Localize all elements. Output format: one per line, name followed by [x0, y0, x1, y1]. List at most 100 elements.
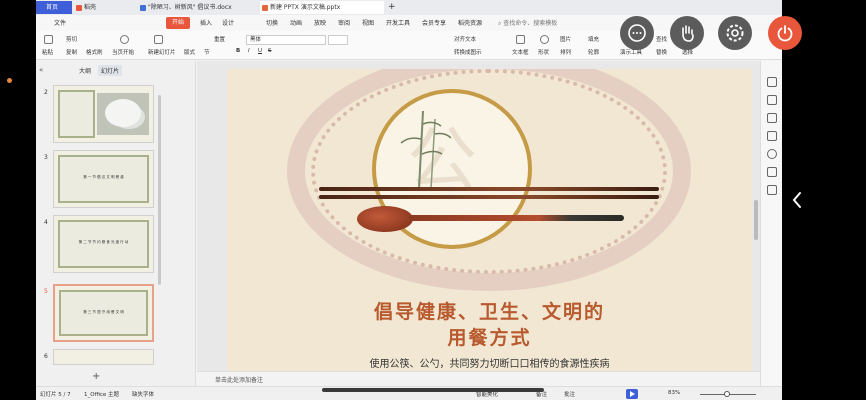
chat-icon [628, 24, 646, 42]
menu-slideshow[interactable]: 放映 [314, 18, 326, 27]
text-box-icon[interactable] [516, 35, 525, 44]
zoom-level[interactable]: 83% [668, 390, 680, 396]
ppt-file-icon [262, 5, 268, 11]
thumbnail-frame: 第 一 节 倡 议 文 明 餐 桌 [58, 155, 149, 203]
fill-button[interactable]: 填充 [588, 35, 599, 43]
panel-tabs: « 大纲 幻灯片 [36, 65, 196, 77]
convert-smartart-button[interactable]: 转换成图示 [454, 48, 482, 56]
slide-thumbnail-6[interactable] [53, 349, 154, 365]
slide-subtitle: 使用公筷、公勺，共同努力切断口口相传的食源性疾病 [369, 359, 610, 370]
slide-thumbnail-3[interactable]: 第 一 节 倡 议 文 明 餐 桌 [53, 150, 154, 208]
settings-button[interactable] [718, 16, 752, 50]
gesture-button[interactable] [670, 16, 704, 50]
chopstick-bottom [319, 195, 659, 199]
notes-bar[interactable]: 单击此处添加备注 [197, 371, 782, 386]
tab-daoke-label: 稻壳 [84, 4, 97, 11]
text-box-button[interactable]: 文本框 [512, 48, 529, 56]
find-button[interactable]: 查找 [656, 35, 667, 43]
reset-button[interactable]: 重置 [214, 35, 225, 43]
play-from-current-icon[interactable] [120, 35, 129, 44]
copy-icon[interactable] [767, 131, 777, 141]
paste-button[interactable]: 粘贴 [42, 48, 53, 56]
paste-icon[interactable] [44, 35, 53, 44]
add-slide-button[interactable]: + [92, 371, 100, 382]
tab-slides[interactable]: 幻灯片 [98, 65, 123, 76]
menu-review[interactable]: 审阅 [338, 18, 350, 27]
shape-button[interactable]: 形状 [538, 48, 549, 56]
cut-button[interactable]: 剪切 [66, 35, 77, 43]
location-icon[interactable] [767, 185, 777, 195]
underline-button[interactable]: U [258, 48, 262, 54]
menu-daoke-resources[interactable]: 稻壳资源 [458, 18, 482, 27]
command-search[interactable]: ⌕ 查找命令、搜索模板 [498, 18, 557, 28]
slide-thumbnail-2[interactable] [53, 85, 154, 143]
theme-name: 1_Office 主题 [84, 392, 120, 398]
chat-button[interactable] [620, 16, 654, 50]
slide-thumbnail-4[interactable]: 第 二 节 节 约 粮 食 光 盘 行 动 [53, 215, 154, 273]
properties-icon[interactable] [767, 95, 777, 105]
share-icon[interactable] [767, 167, 777, 177]
menu-design[interactable]: 设计 [222, 18, 234, 27]
power-button[interactable] [768, 16, 802, 50]
tab-outline[interactable]: 大纲 [76, 65, 94, 76]
menu-dev-tools[interactable]: 开发工具 [386, 18, 410, 27]
notification-dot [7, 78, 12, 83]
slide-canvas: 公 倡导健康、卫生、文明的 用餐方式 使用公筷、公勺，共同努力切断口口相传的食源… [197, 61, 782, 371]
tab-home[interactable]: 首页 [36, 1, 72, 14]
notes-placeholder: 单击此处添加备注 [215, 377, 264, 384]
vertical-scrollbar[interactable] [754, 200, 758, 240]
command-search-placeholder: 查找命令、搜索模板 [503, 20, 558, 27]
bold-button[interactable]: B [236, 48, 240, 54]
font-name-select[interactable]: 黑体 [246, 35, 326, 45]
menu-member[interactable]: 会员专享 [422, 18, 446, 27]
shape-icon[interactable] [540, 35, 549, 44]
play-slideshow-button[interactable] [626, 389, 638, 399]
outline-button[interactable]: 轮廓 [588, 48, 599, 56]
current-slide[interactable]: 公 倡导健康、卫生、文明的 用餐方式 使用公筷、公勺，共同努力切断口口相传的食源… [227, 69, 752, 371]
layout-button[interactable]: 版式 [184, 48, 195, 56]
picture-button[interactable]: 图片 [560, 35, 571, 43]
replace-button[interactable]: 替换 [656, 48, 667, 56]
collapse-panel-icon[interactable]: « [39, 66, 43, 74]
menu-animation[interactable]: 动画 [290, 18, 302, 27]
new-tab-button[interactable]: + [386, 1, 400, 14]
from-current-button[interactable]: 当页开始 [112, 48, 134, 56]
design-icon[interactable] [767, 77, 777, 87]
menu-transition[interactable]: 切换 [266, 18, 278, 27]
tab-daoke[interactable]: 稻壳 [74, 1, 136, 14]
hand-icon [682, 25, 694, 42]
spoon-bowl [357, 206, 413, 232]
text-direction-button[interactable]: 对齐文本 [454, 35, 476, 43]
slide-number: 4 [44, 219, 48, 226]
missing-font-button[interactable]: 缺失字体 [132, 390, 154, 398]
copy-button[interactable]: 复制 [66, 48, 77, 56]
zoom-slider-handle[interactable] [724, 391, 730, 397]
back-chevron-icon[interactable] [790, 190, 804, 210]
italic-button[interactable]: I [248, 48, 250, 54]
settings-icon [726, 24, 744, 42]
wps-presentation-window: 首页 稻壳 "除陋习、树新风" 倡议书.docx 新建 PPTX 演示文稿.pp… [36, 0, 782, 400]
help-icon[interactable] [767, 149, 777, 159]
new-slide-icon[interactable] [154, 35, 163, 44]
animation-icon[interactable] [767, 113, 777, 123]
comments-button[interactable]: 批注 [564, 390, 575, 398]
tab-presentation[interactable]: 新建 PPTX 演示文稿.pptx [260, 1, 384, 14]
menu-insert[interactable]: 插入 [200, 18, 212, 27]
tab-document[interactable]: "除陋习、树新风" 倡议书.docx [138, 1, 258, 14]
chopstick-top [319, 187, 659, 191]
font-size-select[interactable] [328, 35, 348, 45]
tab-bar: 首页 稻壳 "除陋习、树新风" 倡议书.docx 新建 PPTX 演示文稿.pp… [36, 0, 782, 15]
strikethrough-button[interactable]: S [268, 48, 272, 54]
menu-file[interactable]: 文件 [54, 18, 66, 27]
panel-scrollbar[interactable] [158, 95, 161, 285]
thumbnail-flower-image [97, 93, 149, 135]
right-sidebar [760, 61, 782, 387]
home-indicator[interactable] [322, 388, 544, 392]
new-slide-button[interactable]: 新建幻灯片 [148, 48, 176, 56]
menu-start[interactable]: 开始 [166, 17, 190, 29]
section-button[interactable]: 节 [204, 48, 210, 56]
format-painter-button[interactable]: 格式刷 [86, 48, 103, 56]
menu-view[interactable]: 视图 [362, 18, 374, 27]
slide-thumbnail-5[interactable]: 第 三 节 遵 守 用 餐 文 明 [53, 284, 154, 342]
arrange-button[interactable]: 排列 [560, 48, 571, 56]
